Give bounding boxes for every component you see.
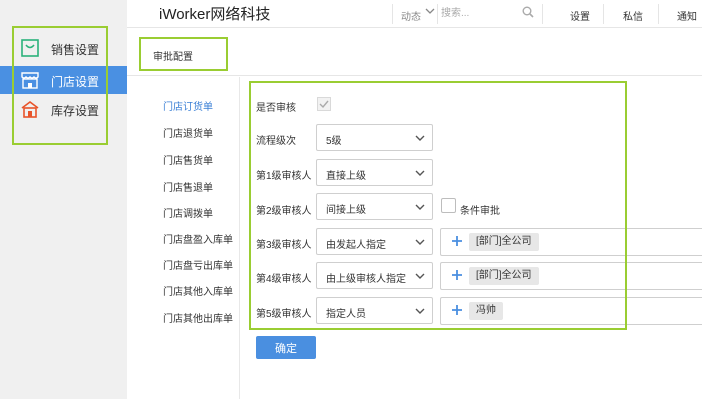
select-value: 直接上级 xyxy=(326,171,366,182)
header-divider xyxy=(392,4,393,24)
sidebar-item-label: 门店设置 xyxy=(51,75,100,89)
add-icon[interactable] xyxy=(451,269,463,281)
approver-label: 第5级审核人 xyxy=(256,309,312,320)
header-divider xyxy=(542,4,543,24)
confirm-button[interactable]: 确定 xyxy=(256,336,316,359)
dynamic-dropdown[interactable]: 动态 xyxy=(401,8,421,23)
need-approval-label: 是否审核 xyxy=(256,103,296,114)
approver-3-picker[interactable]: [部门]全公司 xyxy=(440,228,702,256)
select-value: 由发起人指定 xyxy=(326,240,386,251)
notifications-link[interactable]: 通知 xyxy=(677,8,697,23)
settings-link[interactable]: 设置 xyxy=(570,8,590,23)
approver-label: 第4级审核人 xyxy=(256,274,312,285)
approver-tag[interactable]: [部门]全公司 xyxy=(469,233,539,251)
chevron-down-icon xyxy=(415,273,425,279)
store-icon xyxy=(20,70,40,90)
conditional-approval-label: 条件审批 xyxy=(460,206,500,217)
add-icon[interactable] xyxy=(451,304,463,316)
sidebar-item-label: 库存设置 xyxy=(51,104,100,118)
tab-bar xyxy=(127,29,702,76)
need-approval-checkbox[interactable] xyxy=(317,97,331,111)
brand-title: iWorker网络科技 xyxy=(159,6,271,23)
subnav-item[interactable]: 门店售退单 xyxy=(163,179,213,194)
chevron-down-icon xyxy=(415,308,425,314)
approver-tag[interactable]: [部门]全公司 xyxy=(469,267,539,285)
subnav-item[interactable]: 门店盘盈入库单 xyxy=(163,231,233,246)
warehouse-icon xyxy=(20,99,40,119)
approver-4-select[interactable]: 由上级审核人指定 xyxy=(316,262,433,289)
shopping-bag-icon xyxy=(20,38,40,58)
header-divider xyxy=(603,4,604,24)
subnav-item[interactable]: 门店其他出库单 xyxy=(163,310,233,325)
subnav-item[interactable]: 门店调拨单 xyxy=(163,205,213,220)
levels-select[interactable]: 5级 xyxy=(316,124,433,151)
approver-label: 第1级审核人 xyxy=(256,171,312,182)
select-value: 指定人员 xyxy=(326,309,366,320)
chevron-down-icon[interactable] xyxy=(425,6,435,16)
select-value: 间接上级 xyxy=(326,205,366,216)
chevron-down-icon xyxy=(415,239,425,245)
subnav-item[interactable]: 门店其他入库单 xyxy=(163,283,233,298)
chevron-down-icon xyxy=(415,204,425,210)
sidebar-item-sales[interactable]: 销售设置 xyxy=(0,34,127,62)
approver-4-picker[interactable]: [部门]全公司 xyxy=(440,262,702,290)
subnav-item[interactable]: 门店盘亏出库单 xyxy=(163,257,233,272)
approver-3-select[interactable]: 由发起人指定 xyxy=(316,228,433,255)
approver-2-select[interactable]: 间接上级 xyxy=(316,193,433,220)
sidebar-item-label: 销售设置 xyxy=(51,43,100,57)
approver-tag[interactable]: 冯帅 xyxy=(469,302,503,320)
check-icon xyxy=(319,100,329,109)
subnav-item[interactable]: 门店订货单 xyxy=(163,98,213,113)
conditional-approval-checkbox[interactable] xyxy=(441,198,456,213)
subnav-divider xyxy=(239,77,240,399)
sidebar-item-store[interactable]: 门店设置 xyxy=(0,66,127,94)
header-divider xyxy=(658,4,659,24)
sidebar: 销售设置 门店设置 库存设置 xyxy=(0,0,127,399)
sidebar-item-inventory[interactable]: 库存设置 xyxy=(0,95,127,123)
select-value: 5级 xyxy=(326,136,342,147)
tab-approval-config[interactable]: 审批配置 xyxy=(153,48,193,63)
approver-1-select[interactable]: 直接上级 xyxy=(316,159,433,186)
header-divider xyxy=(437,4,438,24)
chevron-down-icon xyxy=(415,135,425,141)
approver-label: 第3级审核人 xyxy=(256,240,312,251)
add-icon[interactable] xyxy=(451,235,463,247)
subnav-item[interactable]: 门店售货单 xyxy=(163,152,213,167)
messages-link[interactable]: 私信 xyxy=(623,8,643,23)
search-icon[interactable] xyxy=(522,6,534,18)
approver-label: 第2级审核人 xyxy=(256,206,312,217)
select-value: 由上级审核人指定 xyxy=(326,274,406,285)
levels-label: 流程级次 xyxy=(256,136,296,147)
approver-5-picker[interactable]: 冯帅 xyxy=(440,297,702,325)
approver-5-select[interactable]: 指定人员 xyxy=(316,297,433,324)
subnav-item[interactable]: 门店退货单 xyxy=(163,125,213,140)
chevron-down-icon xyxy=(415,170,425,176)
